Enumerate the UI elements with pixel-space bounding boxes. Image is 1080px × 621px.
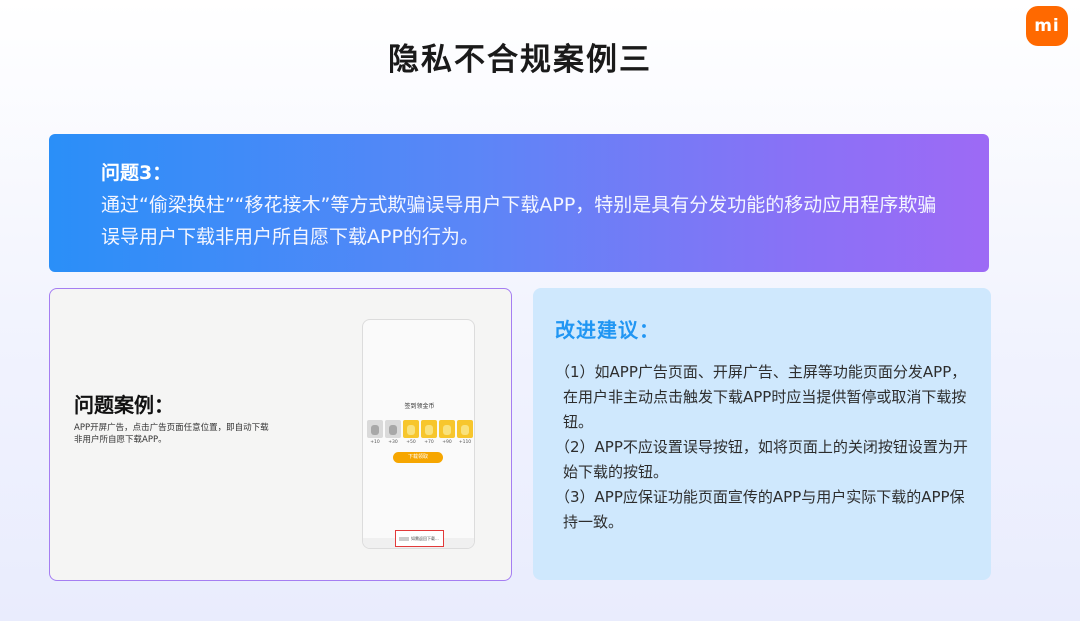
suggestions-panel: 改进建议： （1）如APP广告页面、开屏广告、主屏等功能页面分发APP，在用户非… [533,288,991,580]
coin-icon [457,420,473,438]
suggestions-title: 改进建议： [555,318,660,342]
coin-icon [421,420,437,438]
suggestion-item: （2）APP不应设置误导按钮，如将页面上的关闭按钮设置为开始下载的按钮。 [555,438,968,481]
phone-heading: 签到领金币 [404,403,435,410]
highlighted-close-button: 如需返回下载... [395,530,444,547]
problem-banner: 问题3： 通过“偷梁换柱”“移花接木”等方式欺骗误导用户下载APP，特别是具有分… [49,134,989,272]
suggestion-item: （1）如APP广告页面、开屏广告、主屏等功能页面分发APP，在用户非主动点击触发… [555,363,967,431]
coin-icon [367,420,383,438]
coin-value: +70 [424,440,434,445]
coin-value: +50 [406,440,416,445]
red-box-text: 如需返回下载... [411,535,439,541]
coin-values: +10 +30 +50 +70 +90 +110 [367,440,473,445]
phone-download-button: 下载领取 [393,452,443,463]
case-description: APP开屏广告，点击广告页面任意位置，即自动下载非用户所自愿下载APP。 [74,423,269,445]
phone-screenshot: 签到领金币 +10 +30 +50 +70 +90 +110 下载领取 如需返回… [362,319,475,549]
coin-value: +30 [388,440,398,445]
problem-text: 通过“偷梁换柱”“移花接木”等方式欺骗误导用户下载APP，特别是具有分发功能的移… [101,194,937,248]
coin-icon [385,420,401,438]
page-title: 隐私不合规案例三 [388,42,652,78]
coin-value: +90 [442,440,452,445]
suggestion-item: （3）APP应保证功能页面宣传的APP与用户实际下载的APP保持一致。 [555,488,965,531]
coin-icon [439,420,455,438]
case-panel: 问题案例： APP开屏广告，点击广告页面任意位置，即自动下载非用户所自愿下载AP… [49,288,512,581]
coin-value: +110 [458,440,472,445]
suggestions-list: （1）如APP广告页面、开屏广告、主屏等功能页面分发APP，在用户非主动点击触发… [555,360,975,535]
placeholder-bar [399,536,409,541]
case-title: 问题案例： [74,393,174,417]
coin-icon [403,420,419,438]
coin-row [367,420,473,438]
coin-value: +10 [370,440,380,445]
problem-label: 问题3： [101,162,172,184]
